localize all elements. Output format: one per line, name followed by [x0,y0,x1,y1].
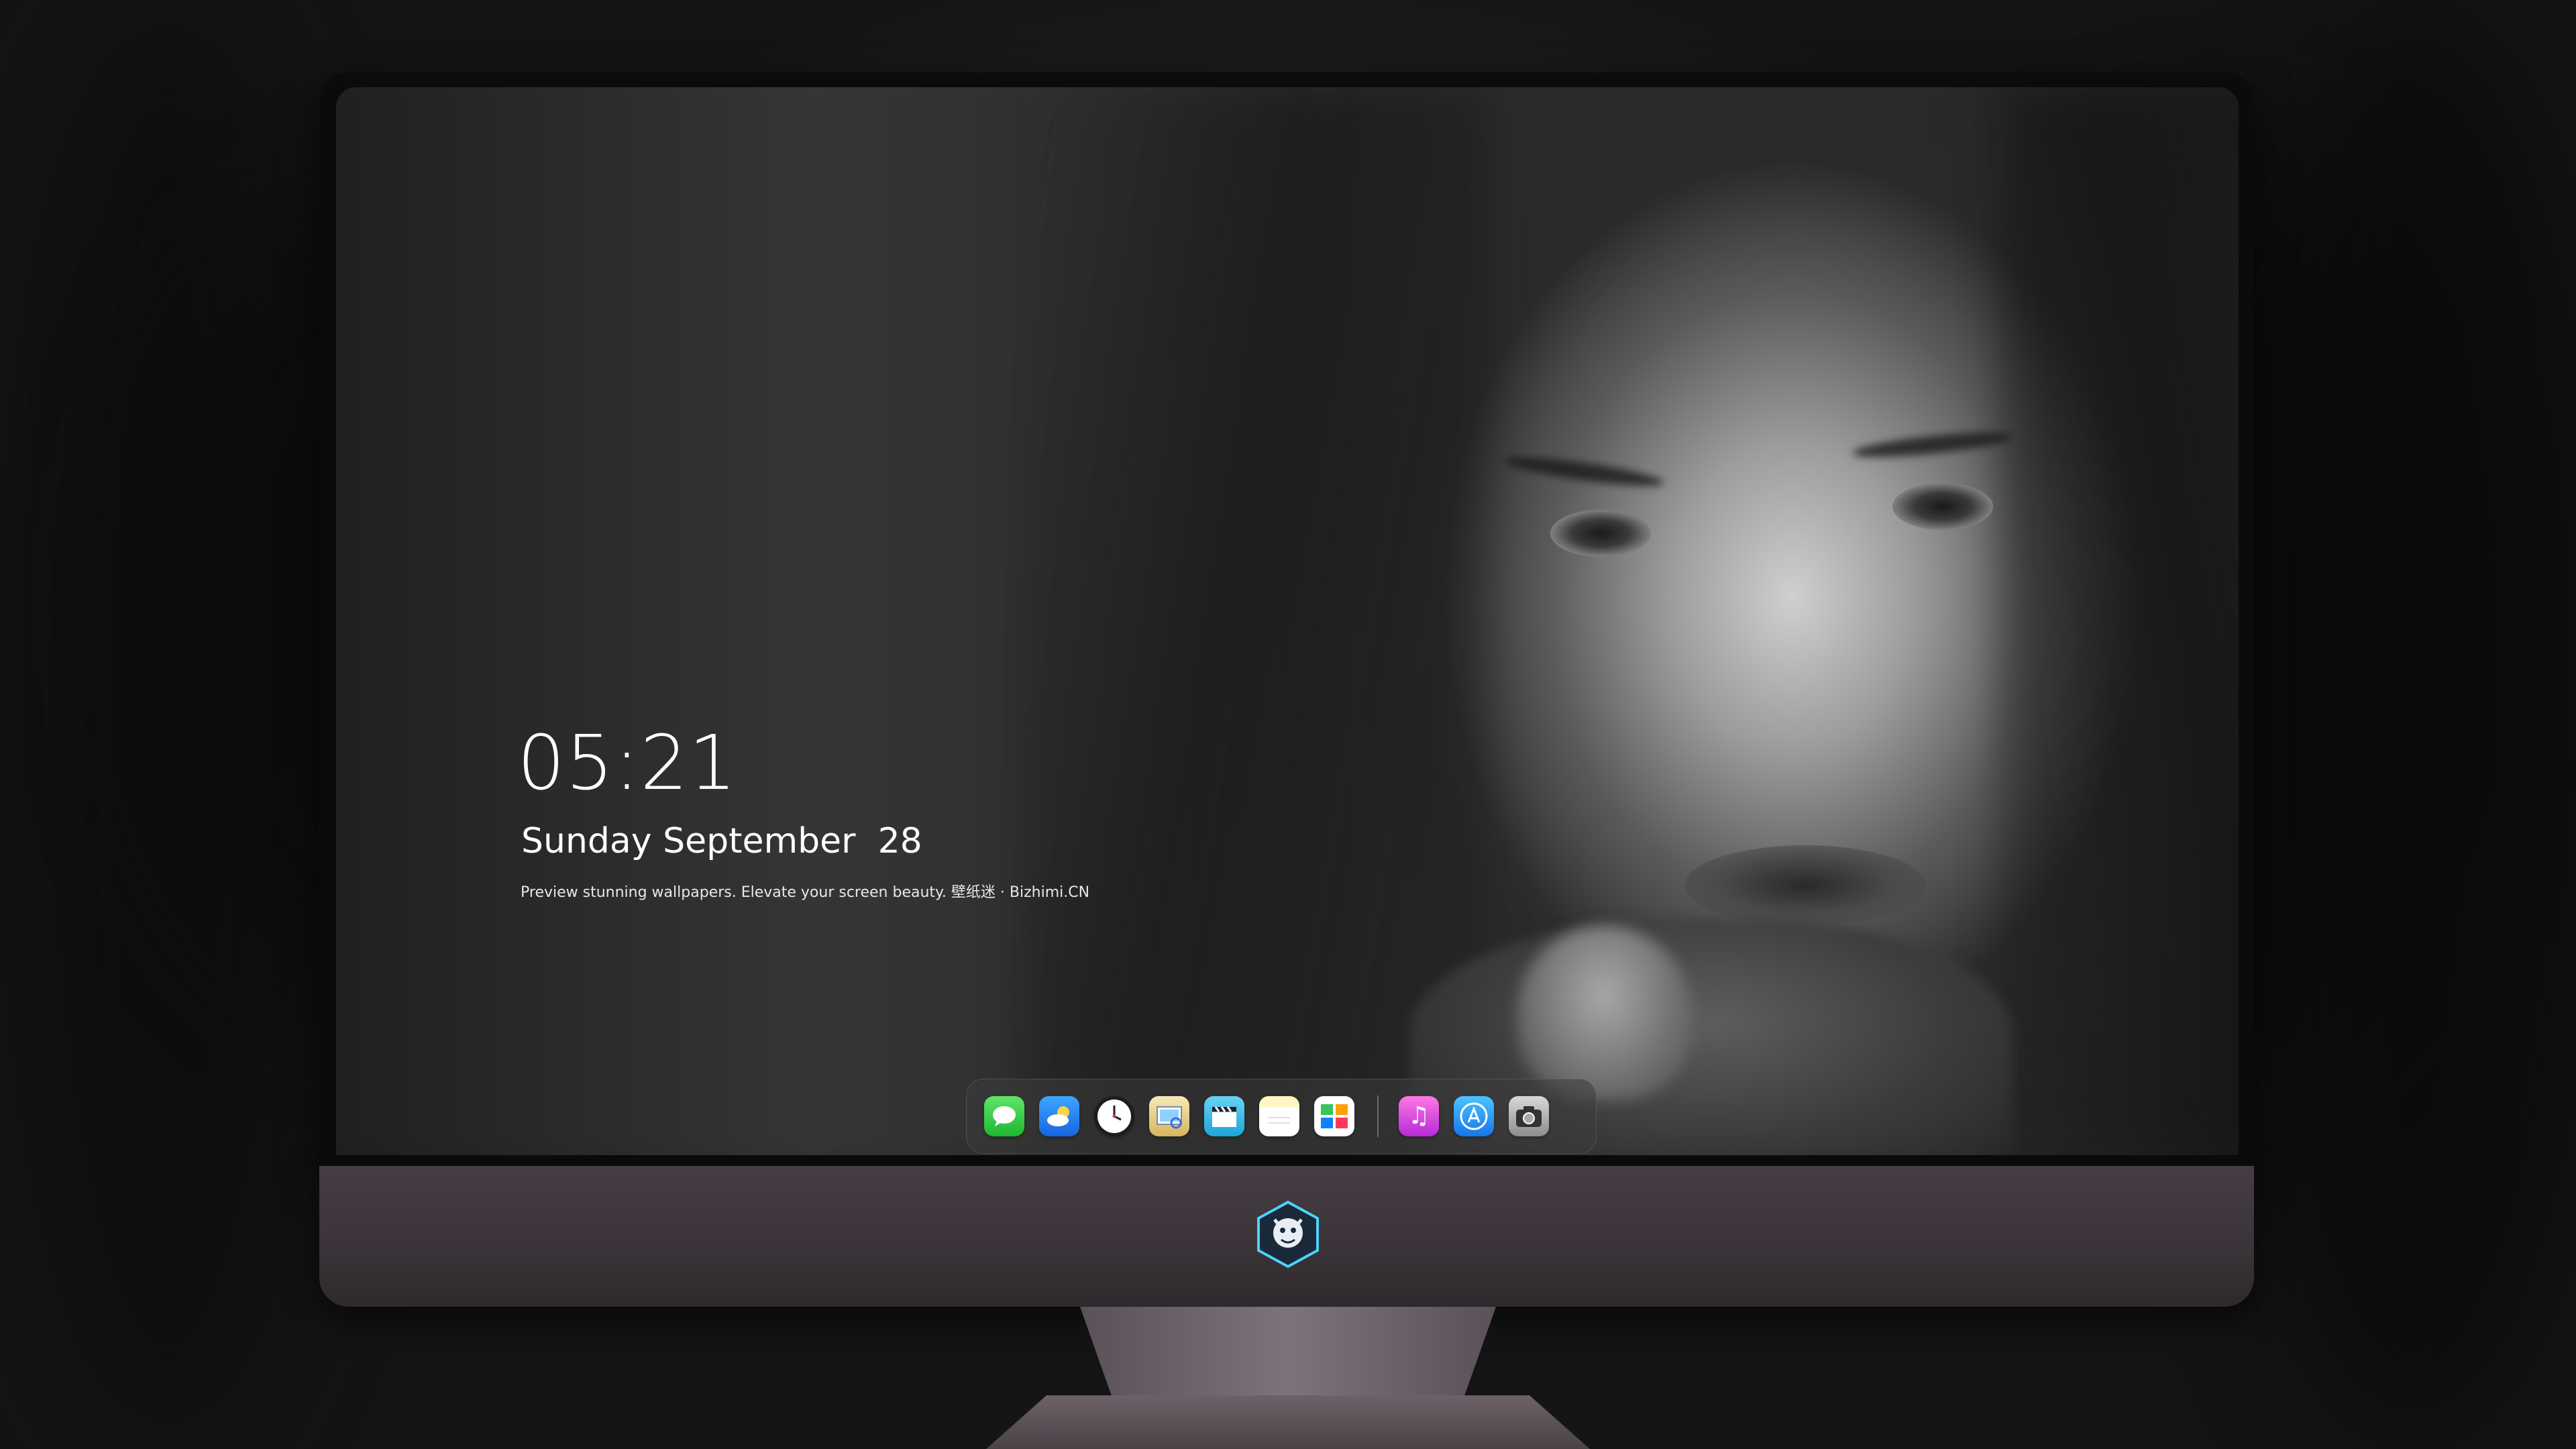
wallpaper-brow [1851,427,2014,462]
notes-icon[interactable] [1259,1096,1299,1136]
wallpaper-eye [1892,483,1993,530]
video-clapper-icon[interactable] [1204,1096,1244,1136]
lockscreen-clock: 05:21 [517,720,737,807]
lockscreen-date: Sunday September 28 [521,821,922,861]
clock-icon[interactable] [1094,1096,1134,1136]
brand-logo-icon [1253,1199,1323,1269]
monitor-stand-base [986,1395,1590,1449]
wallpaper-brow [1503,451,1665,492]
desktop-mockup: 05:21 Sunday September 28 Preview stunni… [0,0,2576,1449]
lockscreen-tagline: Preview stunning wallpapers. Elevate you… [521,884,1090,901]
wallpaper-hair-left [1020,87,1490,1155]
monitor-stand [1080,1307,1496,1401]
app-store-icon[interactable] [1454,1096,1494,1136]
dock-separator [1377,1095,1379,1137]
music-icon[interactable]: ♫ [1399,1096,1439,1136]
monitor-screen [336,87,2239,1155]
wallpaper-hair-right [2000,87,2239,1155]
weather-icon[interactable] [1039,1096,1079,1136]
photos-icon[interactable] [1314,1096,1354,1136]
wallpaper-eye [1550,510,1651,557]
preview-icon[interactable] [1149,1096,1189,1136]
dock: ♫ [966,1079,1597,1154]
wallpaper-hand [1517,926,1691,1100]
camera-icon[interactable] [1509,1096,1549,1136]
wallpaper-lips [1684,845,1926,926]
messages-icon[interactable] [984,1096,1024,1136]
